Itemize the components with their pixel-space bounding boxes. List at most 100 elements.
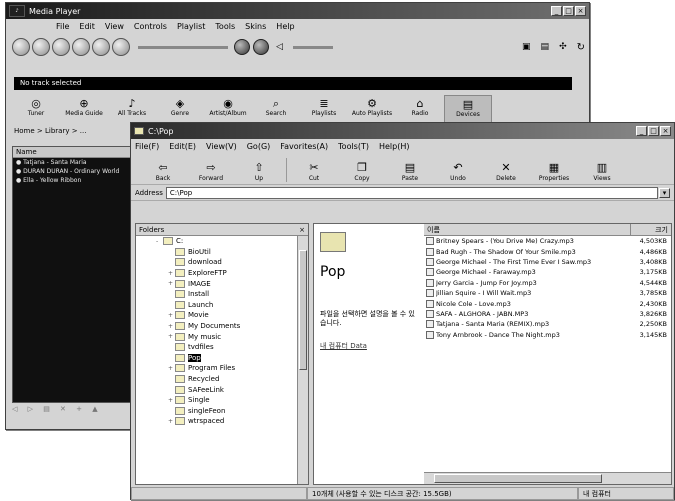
stop-button[interactable] (12, 38, 30, 56)
maximize-button[interactable]: □ (563, 6, 574, 16)
close-button[interactable]: × (575, 6, 586, 16)
pause-button[interactable] (72, 38, 90, 56)
copy-button[interactable]: ❐ Copy (338, 161, 386, 184)
task-button-artist-album[interactable]: ◉ Artist/Album (204, 95, 252, 125)
paste-button[interactable]: ▤ Paste (386, 161, 434, 184)
file-row[interactable]: Tatjana - Santa Maria (REMIX).mp3 2,250KB (424, 319, 671, 329)
settings-icon[interactable]: ✣ (559, 42, 567, 52)
menu-view[interactable]: View (105, 22, 124, 31)
expand-toggle[interactable]: - (156, 238, 163, 245)
file-row[interactable]: SAFA - ALGHORA - JABN.MP3 3,826KB (424, 309, 671, 319)
explorer-titlebar[interactable]: C:\Pop _ □ × (131, 123, 674, 139)
file-row[interactable]: George Michael - The First Time Ever I S… (424, 257, 671, 267)
close-pane-icon[interactable]: × (299, 224, 305, 236)
menu-playlist[interactable]: Playlist (177, 22, 205, 31)
menu-tools[interactable]: Tools(T) (338, 142, 369, 151)
tree-item[interactable]: download (136, 257, 308, 268)
cut-button[interactable]: ✂ Cut (290, 161, 338, 184)
expand-toggle[interactable]: + (168, 418, 175, 425)
tree-item[interactable]: tvdfiles (136, 342, 308, 353)
file-row[interactable]: Jerry Garcia - Jump For Joy.mp3 4,544KB (424, 278, 671, 288)
expand-toggle[interactable]: + (168, 333, 175, 340)
close-button[interactable]: × (660, 126, 671, 136)
tree-item[interactable]: + Single (136, 395, 308, 406)
menu-favorites[interactable]: Favorites(A) (280, 142, 328, 151)
minimize-button[interactable]: _ (551, 6, 562, 16)
forward-button[interactable]: ⇨ Forward (187, 161, 235, 184)
playlist-controls[interactable]: ◁ ▷ ▤ ✕ + ▲ (12, 405, 102, 413)
volume-slider[interactable] (292, 45, 333, 49)
expand-toggle[interactable]: + (168, 312, 175, 319)
repeat-button[interactable] (253, 39, 269, 55)
tree-item[interactable]: + IMAGE (136, 278, 308, 289)
tree-item[interactable]: + Movie (136, 310, 308, 321)
menu-go[interactable]: Go(G) (247, 142, 271, 151)
tree-item[interactable]: + Program Files (136, 363, 308, 374)
views-button[interactable]: ▥ Views (578, 161, 626, 184)
menu-file[interactable]: File (56, 22, 69, 31)
expand-toggle[interactable]: + (168, 323, 175, 330)
tree-item[interactable]: - C: (136, 236, 308, 247)
menu-view[interactable]: View(V) (206, 142, 237, 151)
file-row[interactable]: Jillian Squire - I Will Wait.mp3 3,785KB (424, 288, 671, 298)
tree-item[interactable]: Recycled (136, 374, 308, 385)
scroll-thumb[interactable] (299, 250, 307, 370)
task-button-search[interactable]: ⌕ Search (252, 95, 300, 125)
menu-controls[interactable]: Controls (134, 22, 167, 31)
tree-item[interactable]: Launch (136, 300, 308, 311)
task-button-media-guide[interactable]: ⊕ Media Guide (60, 95, 108, 125)
tree-item[interactable]: + wtrspaced (136, 416, 308, 427)
task-button-playlists[interactable]: ≣ Playlists (300, 95, 348, 125)
maximize-button[interactable]: □ (648, 126, 659, 136)
back-button[interactable]: ⇦ Back (139, 161, 187, 184)
file-row[interactable]: Britney Spears - (You Drive Me) Crazy.mp… (424, 236, 671, 246)
compact-view-icon[interactable]: ▣ (522, 42, 531, 52)
expand-toggle[interactable]: + (168, 280, 175, 287)
horizontal-scrollbar[interactable] (424, 472, 671, 484)
shuffle-button[interactable] (234, 39, 250, 55)
menu-skins[interactable]: Skins (245, 22, 266, 31)
tree-item[interactable]: Pop (136, 353, 308, 364)
refresh-icon[interactable]: ↻ (577, 42, 585, 53)
expand-toggle[interactable]: + (168, 270, 175, 277)
tree-item[interactable]: SAFeeLink (136, 384, 308, 395)
task-button-all-tracks[interactable]: ♪ All Tracks (108, 95, 156, 125)
vertical-scrollbar[interactable] (297, 236, 308, 484)
address-dropdown-button[interactable]: ▾ (659, 187, 670, 198)
menu-tools[interactable]: Tools (215, 22, 235, 31)
task-button-radio[interactable]: ⌂ Radio (396, 95, 444, 125)
menu-edit[interactable]: Edit (79, 22, 95, 31)
playlist-column-name[interactable]: Name (13, 147, 133, 158)
file-row[interactable]: Bad Rugh - The Shadow Of Your Smile.mp3 4… (424, 246, 671, 256)
tree-item[interactable]: + ExploreFTP (136, 268, 308, 279)
menu-edit[interactable]: Edit(E) (169, 142, 196, 151)
playlist-item[interactable]: ● Ella - Yellow Ribbon (13, 176, 133, 185)
task-button-genre[interactable]: ◈ Genre (156, 95, 204, 125)
tree-item[interactable]: singleFeon (136, 406, 308, 417)
breadcrumb[interactable]: Home > Library > ... (14, 127, 86, 135)
address-input[interactable]: C:\Pop (165, 186, 658, 199)
tree-item[interactable]: + My Documents (136, 321, 308, 332)
seek-slider[interactable] (138, 45, 228, 49)
file-row[interactable]: Nicole Cole - Love.mp3 2,430KB (424, 298, 671, 308)
delete-button[interactable]: ✕ Delete (482, 161, 530, 184)
rewind-button[interactable] (32, 38, 50, 56)
eq-icon[interactable]: ▤ (541, 42, 550, 52)
next-button[interactable] (112, 38, 130, 56)
menu-file[interactable]: File(F) (135, 142, 159, 151)
playlist-item[interactable]: ● DURAN DURAN - Ordinary World (13, 167, 133, 176)
tree-item[interactable]: + My music (136, 331, 308, 342)
minimize-button[interactable]: _ (636, 126, 647, 136)
folder-link[interactable]: 내 컴퓨터 Data (320, 342, 416, 351)
playlist-item[interactable]: ● Tatjana - Santa Maria (13, 158, 133, 167)
up-button[interactable]: ⇧ Up (235, 161, 283, 184)
properties-button[interactable]: ▦ Properties (530, 161, 578, 184)
play-button[interactable] (52, 38, 70, 56)
forward-button[interactable] (92, 38, 110, 56)
file-row[interactable]: George Michael - Faraway.mp3 3,175KB (424, 267, 671, 277)
scroll-thumb[interactable] (434, 474, 602, 483)
expand-toggle[interactable]: + (168, 397, 175, 404)
menu-help[interactable]: Help (276, 22, 294, 31)
task-button-tuner[interactable]: ◎ Tuner (12, 95, 60, 125)
media-player-titlebar[interactable]: ♪ Media Player _ □ × (6, 3, 589, 19)
